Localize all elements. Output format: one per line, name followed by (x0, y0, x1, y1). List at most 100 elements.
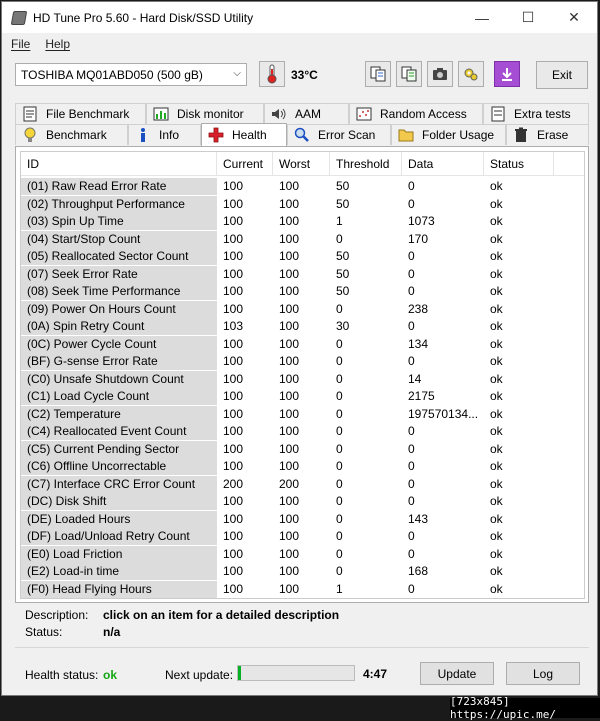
tab-label: AAM (295, 107, 322, 121)
tab-random-access[interactable]: Random Access (349, 103, 483, 124)
cell-current: 100 (223, 266, 244, 281)
tab-error-scan[interactable]: Error Scan (287, 124, 391, 145)
tab-extra-tests[interactable]: Extra tests (483, 103, 589, 124)
tab-folder-usage[interactable]: Folder Usage (391, 124, 506, 145)
hd-tune-app-icon (10, 10, 28, 25)
tab-health[interactable]: Health (201, 123, 287, 146)
status-value: n/a (103, 625, 121, 639)
menu-file[interactable]: File (11, 37, 30, 51)
drive-select-value: TOSHIBA MQ01ABD050 (500 gB) (21, 67, 203, 82)
camera-icon (433, 68, 447, 80)
cell-worst: 100 (279, 354, 300, 368)
column-header-id[interactable]: ID (21, 152, 217, 176)
table-row[interactable]: (E0) Load Friction 100 100 0 0 ok (21, 545, 584, 564)
column-header-current[interactable]: Current (217, 152, 273, 176)
exit-button[interactable]: Exit (536, 61, 588, 89)
magnifier-icon (294, 127, 310, 143)
cell-current: 103 (223, 319, 244, 333)
screenshot-button[interactable] (427, 61, 453, 87)
column-header-worst[interactable]: Worst (273, 152, 330, 176)
cell-threshold: 50 (336, 249, 350, 263)
table-row[interactable]: (DE) Loaded Hours 100 100 0 143 ok (21, 510, 584, 529)
table-row[interactable]: (DC) Disk Shift 100 100 0 0 ok (21, 493, 584, 511)
table-row[interactable]: (0C) Power Cycle Count 100 100 0 134 ok (21, 335, 584, 354)
close-button[interactable]: ✕ (551, 2, 597, 33)
cell-threshold: 1 (336, 214, 343, 228)
table-row[interactable]: (C1) Load Cycle Count 100 100 0 2175 ok (21, 388, 584, 406)
table-row[interactable]: (01) Raw Read Error Rate 100 100 50 0 ok (21, 178, 584, 196)
column-header-status[interactable]: Status (484, 152, 554, 176)
drive-select[interactable]: TOSHIBA MQ01ABD050 (500 gB) ⌵ (15, 63, 247, 86)
download-button[interactable] (494, 61, 520, 87)
thermometer-icon[interactable] (259, 61, 285, 87)
log-button[interactable]: Log (506, 662, 580, 685)
tab-erase[interactable]: Erase (506, 124, 589, 145)
cell-data: 0 (408, 546, 415, 561)
table-row[interactable]: (E2) Load-in time 100 100 0 168 ok (21, 563, 584, 581)
table-row[interactable]: (DF) Load/Unload Retry Count 100 100 0 0 ok (21, 528, 584, 546)
tab-aam[interactable]: AAM (264, 103, 349, 124)
tab-file-benchmark[interactable]: File Benchmark (15, 103, 146, 124)
cell-id: (08) Seek Time Performance (21, 283, 217, 300)
health-status-label: Health status: (25, 668, 99, 682)
disk-monitor-icon (153, 106, 169, 122)
update-button[interactable]: Update (420, 662, 494, 685)
info-icon (135, 127, 151, 143)
table-row[interactable]: (08) Seek Time Performance 100 100 50 0 ok (21, 283, 584, 301)
bulb-icon (22, 127, 38, 143)
cell-current: 200 (223, 476, 244, 491)
extra-tests-icon (490, 106, 506, 122)
tab-info[interactable]: Info (128, 124, 201, 145)
cell-id: (C1) Load Cycle Count (21, 388, 217, 405)
copy-all-icon (401, 66, 417, 82)
table-row[interactable]: (C7) Interface CRC Error Count 200 200 0 0 ok (21, 475, 584, 494)
cell-id: (0A) Spin Retry Count (21, 318, 217, 335)
table-row[interactable]: (C6) Offline Uncorrectable 100 100 0 0 ok (21, 458, 584, 476)
table-row[interactable]: (C2) Temperature 100 100 0 197570134... ok (21, 405, 584, 424)
copy-all-button[interactable] (396, 61, 422, 87)
maximize-button[interactable]: ☐ (505, 2, 551, 33)
cell-worst: 200 (279, 476, 300, 491)
cell-id: (04) Start/Stop Count (21, 230, 217, 248)
table-row[interactable]: (09) Power On Hours Count 100 100 0 238 ok (21, 300, 584, 319)
cell-data: 134 (408, 336, 429, 351)
minimize-button[interactable]: — (459, 2, 505, 33)
table-row[interactable]: (C5) Current Pending Sector 100 100 0 0 ok (21, 440, 584, 459)
health-panel: ID Current Worst Threshold Data Status (… (15, 146, 589, 603)
table-row[interactable]: (07) Seek Error Rate 100 100 50 0 ok (21, 265, 584, 284)
column-header-threshold[interactable]: Threshold (330, 152, 402, 176)
cell-current: 100 (223, 196, 244, 211)
cell-id: (C7) Interface CRC Error Count (21, 475, 217, 493)
tab-benchmark[interactable]: Benchmark (15, 124, 128, 145)
table-row[interactable]: (BF) G-sense Error Rate 100 100 0 0 ok (21, 353, 584, 371)
table-row[interactable]: (0A) Spin Retry Count 103 100 30 0 ok (21, 318, 584, 336)
smart-table[interactable]: ID Current Worst Threshold Data Status (… (20, 151, 585, 599)
cell-current: 100 (223, 284, 244, 298)
cell-worst: 100 (279, 511, 300, 526)
cell-threshold: 0 (336, 231, 343, 246)
settings-icon (464, 68, 478, 81)
cell-id: (09) Power On Hours Count (21, 300, 217, 318)
cell-status: ok (490, 196, 503, 211)
tab-disk-monitor[interactable]: Disk monitor (146, 103, 264, 124)
menu-help[interactable]: Help (45, 37, 70, 51)
tab-label: Erase (537, 128, 569, 142)
app-window: HD Tune Pro 5.60 - Hard Disk/SSD Utility… (1, 1, 598, 696)
table-row[interactable]: (05) Reallocated Sector Count 100 100 50 0 ok (21, 248, 584, 266)
table-row[interactable]: (F0) Head Flying Hours 100 100 1 0 ok (21, 580, 584, 599)
column-header-data[interactable]: Data (402, 152, 484, 176)
cell-data: 0 (408, 284, 415, 298)
table-row[interactable]: (C0) Unsafe Shutdown Count 100 100 0 14 ok (21, 370, 584, 389)
table-row[interactable]: (02) Throughput Performance 100 100 50 0 ok (21, 195, 584, 214)
trash-icon (513, 127, 529, 143)
table-row[interactable]: (C4) Reallocated Event Count 100 100 0 0 ok (21, 423, 584, 441)
cell-worst: 100 (279, 179, 300, 193)
table-row[interactable]: (03) Spin Up Time 100 100 1 1073 ok (21, 213, 584, 231)
table-row[interactable]: (04) Start/Stop Count 100 100 0 170 ok (21, 230, 584, 249)
title-bar[interactable]: HD Tune Pro 5.60 - Hard Disk/SSD Utility… (2, 2, 597, 33)
cell-data: 238 (408, 301, 429, 316)
cell-threshold: 50 (336, 196, 350, 211)
options-button[interactable] (458, 61, 484, 87)
copy-button[interactable] (365, 61, 391, 87)
cell-current: 100 (223, 231, 244, 246)
